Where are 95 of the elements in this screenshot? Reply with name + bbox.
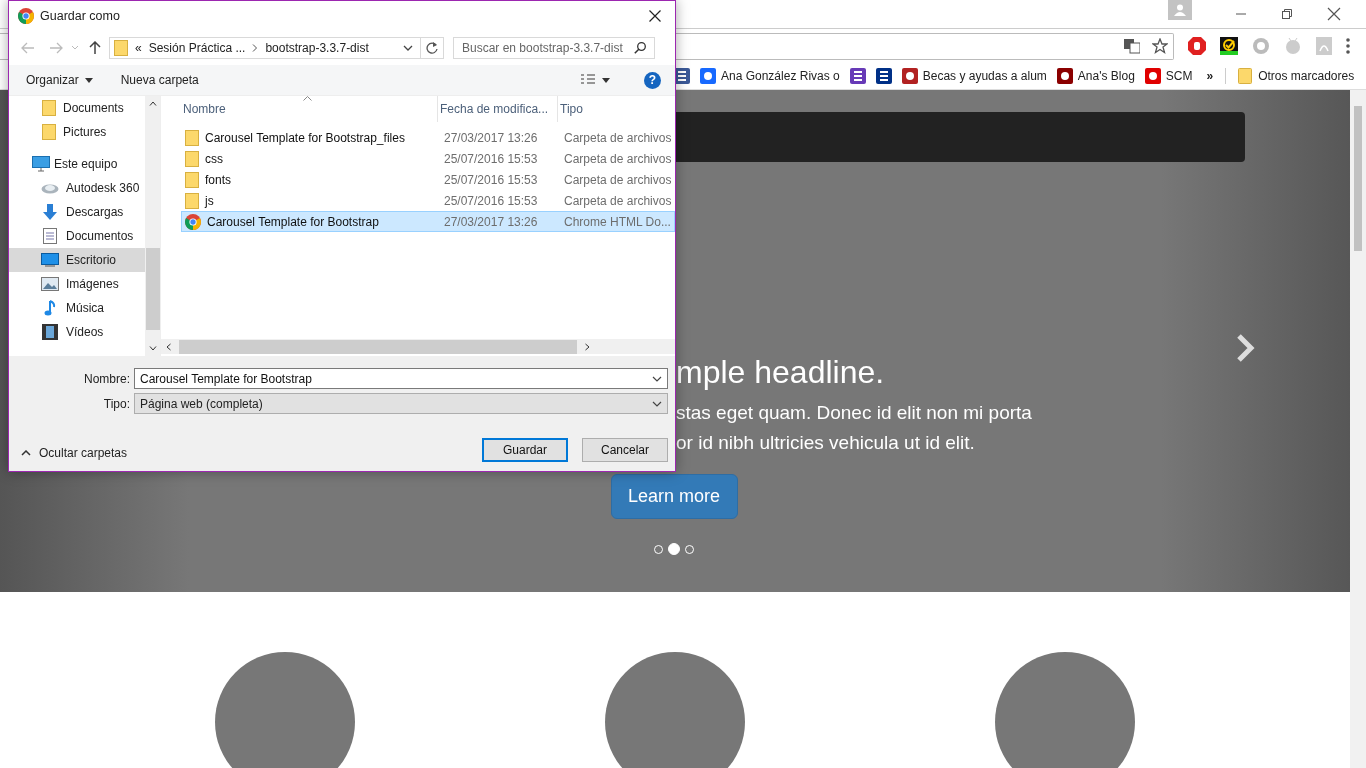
refresh-icon[interactable] [426, 42, 438, 54]
sidebar-item[interactable]: Autodesk 360 [9, 176, 145, 200]
field-label: Nombre: [83, 371, 131, 386]
monitor-icon [41, 253, 59, 267]
folder-icon [42, 124, 56, 140]
sidebar-item[interactable]: Música [9, 296, 145, 320]
chevron-up-icon[interactable] [21, 449, 31, 456]
sidebar-item[interactable]: Documentos [9, 224, 145, 248]
film-icon [41, 324, 59, 340]
close-icon[interactable] [1327, 7, 1341, 21]
learn-more-button[interactable]: Learn more [610, 474, 738, 519]
bookmark[interactable]: SCM [1165, 69, 1193, 83]
scrollbar[interactable] [161, 339, 675, 354]
bookmark[interactable]: Ana González Rivas o [721, 69, 840, 83]
caption-text: stas eget quam. Donec id elit non mi porta [676, 401, 1033, 425]
dropdown-caret-icon[interactable] [652, 400, 662, 407]
scroll-down-icon[interactable] [148, 346, 157, 351]
filename-field[interactable]: Carousel Template for Bootstrap [134, 368, 668, 389]
file-row[interactable]: css 25/07/2016 15:53 Carpeta de archivos [181, 148, 675, 169]
sidebar-item[interactable]: Pictures [9, 120, 145, 144]
more-bookmarks[interactable]: » [1206, 69, 1214, 83]
chevron-right-icon[interactable] [1235, 333, 1255, 363]
file-row[interactable]: fonts 25/07/2016 15:53 Carpeta de archivos [181, 169, 675, 190]
sidebar-item[interactable]: Descargas [9, 200, 145, 224]
site-icon [1056, 68, 1073, 84]
bookmark-folder[interactable]: Otros marcadores [1258, 69, 1355, 83]
scroll-right-icon[interactable] [585, 342, 590, 351]
bookmark[interactable]: Becas y ayudas a alum [922, 69, 1047, 83]
bookmark-icon[interactable] [875, 68, 892, 84]
sidebar-item[interactable]: Este equipo [9, 152, 145, 176]
bookmark[interactable]: Ana's Blog [1077, 69, 1135, 83]
scroll-up-icon[interactable] [148, 101, 157, 106]
search-field[interactable]: Buscar en bootstrap-3.3.7-dist [453, 37, 655, 59]
new-folder-button[interactable]: Nueva carpeta [120, 73, 199, 87]
scroll-left-icon[interactable] [166, 342, 171, 351]
breadcrumb-overflow[interactable]: « [135, 41, 142, 55]
column-header[interactable]: Nombre [181, 96, 438, 122]
sidebar-item[interactable]: Vídeos [9, 320, 145, 344]
search-icon [634, 42, 646, 54]
caret-icon[interactable] [602, 77, 610, 83]
scrollbar[interactable] [145, 96, 160, 356]
dropdown-caret-icon[interactable] [403, 45, 413, 51]
headline: mple headline. [676, 353, 886, 392]
star-icon[interactable] [1152, 38, 1168, 54]
help-button[interactable]: ? [644, 71, 661, 89]
translate-icon[interactable] [1124, 38, 1140, 54]
site-icon [1144, 68, 1161, 84]
folder-icon [185, 171, 199, 188]
folder-icon [185, 129, 199, 146]
breadcrumb-item[interactable]: Sesión Práctica ... [148, 41, 246, 55]
cloud-icon [41, 182, 59, 194]
up-arrow-icon[interactable] [89, 41, 101, 55]
view-icon[interactable] [580, 73, 596, 87]
menu-icon[interactable] [1346, 38, 1350, 54]
sidebar-item[interactable]: Imágenes [9, 272, 145, 296]
caret-icon[interactable] [84, 77, 93, 83]
file-type-dropdown[interactable]: Página web (completa) [134, 393, 668, 414]
carousel-indicator[interactable] [668, 543, 680, 555]
site-icon [700, 68, 716, 84]
folder-icon [42, 100, 56, 116]
sort-caret-icon [303, 96, 312, 101]
folder-icon [1238, 68, 1253, 84]
organize-menu[interactable]: Organizar [26, 73, 79, 87]
site-icon [901, 68, 918, 84]
file-row[interactable]: Carousel Template for Bootstrap 27/03/2017 13:26 Chrome HTML Do... [181, 211, 675, 232]
column-header[interactable]: Tipo [558, 96, 673, 122]
folder-icon [185, 150, 199, 167]
column-header[interactable]: Fecha de modifica... [438, 96, 558, 122]
hide-folders-toggle[interactable]: Ocultar carpetas [39, 445, 128, 460]
field-label: Tipo: [102, 396, 131, 411]
sidebar-item[interactable]: Escritorio [9, 248, 145, 272]
cancel-button[interactable]: Cancelar [582, 438, 668, 462]
bookmark-icon[interactable] [849, 68, 866, 84]
stop-sign-icon[interactable] [1188, 37, 1206, 55]
file-row[interactable]: Carousel Template for Bootstrap_files 27/03/2017 13:26 Carpeta de archivos [181, 127, 675, 148]
breadcrumb-item[interactable]: bootstrap-3.3.7-dist [265, 41, 369, 55]
restore-icon[interactable] [1281, 8, 1293, 20]
folder-icon [114, 40, 128, 56]
save-button[interactable]: Guardar [482, 438, 568, 462]
dropdown-caret-icon[interactable] [652, 376, 662, 382]
chrome-icon [18, 8, 34, 24]
caption-text: or id nibh ultricies vehicula ut id elit. [676, 431, 976, 455]
scrollbar[interactable] [1350, 90, 1366, 768]
window-title: Guardar como [40, 9, 120, 23]
chrome-icon [185, 213, 201, 230]
file-row[interactable]: js 25/07/2016 15:53 Carpeta de archivos [181, 190, 675, 211]
document-icon [41, 228, 59, 244]
download-icon [41, 204, 59, 220]
address-field[interactable]: « Sesión Práctica ... bootstrap-3.3.7-dist [109, 37, 444, 59]
checkmark-icon[interactable] [1220, 37, 1238, 55]
image-icon [41, 277, 59, 291]
close-icon[interactable] [649, 10, 661, 22]
folder-icon [185, 192, 199, 209]
sidebar-item[interactable]: Documents [9, 96, 145, 120]
computer-icon [32, 156, 50, 172]
